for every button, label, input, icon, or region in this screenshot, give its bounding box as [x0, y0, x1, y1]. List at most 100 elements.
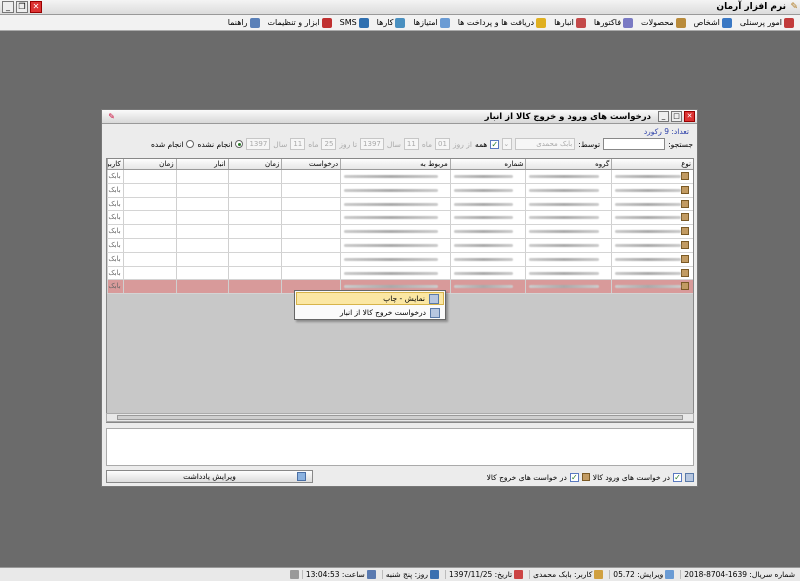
dialog-maximize-button[interactable]: □ — [671, 111, 682, 122]
by-user-select[interactable]: بابک محمدی — [515, 138, 576, 150]
column-header-number[interactable]: شماره — [449, 159, 526, 169]
to-month-field[interactable]: 11 — [290, 138, 306, 150]
status-time: ساعت: 13:04:53 — [301, 570, 379, 579]
edit-note-button[interactable]: ویرایش یادداشت — [106, 470, 313, 483]
request-type-icon — [685, 472, 694, 482]
menu-item-label: انبارها — [554, 18, 574, 27]
table-cell — [611, 225, 693, 238]
grid-horizontal-scrollbar[interactable] — [106, 413, 694, 422]
from-month-field[interactable]: 11 — [403, 138, 419, 150]
edit-note-label: ویرایش یادداشت — [183, 472, 236, 481]
table-cell — [122, 266, 176, 280]
in-requests-checkbox[interactable]: ✓ — [673, 472, 682, 482]
personnel-icon — [784, 17, 794, 28]
menu-item-6[interactable]: امتیازها — [409, 17, 453, 28]
menu-item-8[interactable]: SMS — [336, 17, 373, 28]
from-day-field[interactable]: 01 — [435, 138, 450, 150]
from-year-label: سال — [386, 139, 401, 149]
table-cell — [175, 238, 228, 252]
column-header-time-2[interactable]: زمان — [122, 159, 176, 169]
from-day-label: از روز — [452, 139, 472, 149]
table-cell — [227, 280, 282, 294]
context-menu-item-exit-request[interactable]: درخواست خروج کالا از انبار — [296, 306, 444, 319]
dialog-help-icon[interactable]: ✎ — [105, 112, 115, 122]
to-year-field[interactable]: 1397 — [246, 138, 271, 150]
all-label: همه — [474, 139, 488, 149]
menu-item-0[interactable]: امور پرسنلی — [736, 17, 798, 28]
notes-area[interactable] — [106, 428, 694, 466]
menu-item-9[interactable]: ابزار و تنظیمات — [264, 17, 336, 28]
table-cell — [340, 266, 450, 280]
search-input[interactable] — [603, 138, 666, 150]
done-radio[interactable] — [186, 140, 195, 148]
dialog-minimize-button[interactable]: _ — [658, 111, 669, 122]
to-day-field[interactable]: 25 — [321, 138, 337, 150]
column-header-time[interactable]: زمان — [227, 159, 282, 169]
dialog-close-button[interactable]: ✕ — [684, 111, 695, 122]
table-cell — [340, 211, 450, 225]
column-header-warehouse[interactable]: انبار — [175, 159, 228, 169]
column-header-user[interactable]: کاربر — [107, 159, 123, 169]
status-user-text: کاربر: بابک محمدی — [533, 570, 593, 579]
status-time-text: ساعت: 13:04:53 — [305, 570, 365, 579]
table-cell — [525, 183, 611, 197]
table-cell — [281, 266, 340, 280]
table-row[interactable]: بابک — [107, 170, 693, 184]
table-cell — [449, 225, 526, 238]
box-icon — [681, 227, 689, 236]
box-icon — [681, 185, 689, 194]
menu-item-4[interactable]: انبارها — [550, 17, 590, 28]
menu-item-2[interactable]: محصولات — [637, 17, 690, 28]
all-checkbox[interactable]: ✓ — [490, 139, 500, 149]
table-cell — [525, 197, 611, 211]
in-requests-label: در خواست های ورود کالا — [592, 472, 670, 482]
table-cell — [340, 225, 450, 238]
table-row[interactable]: بابک — [107, 238, 693, 253]
table-cell — [611, 183, 693, 197]
context-menu-item-view-print[interactable]: نمایش - چاپ — [296, 292, 444, 305]
menu-item-7[interactable]: کارها — [373, 17, 410, 28]
table-cell — [611, 252, 693, 266]
table-row[interactable]: بابک — [107, 197, 693, 212]
status-date: تاریخ: 1397/11/25 — [445, 570, 526, 579]
table-row[interactable]: بابک — [107, 225, 693, 239]
table-cell — [122, 280, 176, 294]
restore-window-button[interactable]: ❐ — [16, 1, 28, 13]
close-window-button[interactable]: ✕ — [30, 1, 42, 13]
menu-item-1[interactable]: اشخاص — [690, 17, 736, 28]
table-cell — [122, 183, 176, 197]
table-cell: بابک — [107, 170, 123, 183]
table-cell — [525, 170, 611, 183]
app-title-bar: ✎ نرم افزار آرمان ✕ ❐ _ — [0, 0, 800, 15]
table-cell — [122, 225, 176, 238]
column-header-request[interactable]: درخواست — [281, 159, 340, 169]
minimize-window-button[interactable]: _ — [2, 1, 14, 13]
table-cell: بابک — [107, 197, 123, 211]
table-row[interactable]: بابک — [107, 252, 693, 267]
tools-icon — [321, 17, 332, 28]
scrollbar-thumb[interactable] — [117, 415, 683, 420]
calendar-icon — [430, 570, 440, 579]
table-row[interactable]: بابک — [107, 211, 693, 226]
status-version: ویرایش: 05.72 — [609, 570, 677, 579]
table-row[interactable]: بابک — [107, 266, 693, 281]
not-done-label: انجام نشده — [197, 139, 233, 149]
table-row[interactable]: بابک — [107, 183, 693, 198]
table-cell — [175, 252, 228, 266]
column-header-related[interactable]: مربوط به — [340, 159, 450, 169]
from-year-field[interactable]: 1397 — [360, 138, 384, 150]
menu-item-label: محصولات — [641, 18, 674, 27]
not-done-radio[interactable] — [235, 140, 244, 148]
column-header-type[interactable]: نوع — [611, 159, 693, 169]
menu-item-5[interactable]: دریافت ها و پرداخت ها — [454, 17, 550, 28]
by-user-dropdown-icon[interactable]: ⌄ — [502, 138, 513, 150]
pencil-icon — [594, 570, 604, 579]
table-cell — [281, 211, 340, 225]
menu-item-3[interactable]: فاکتورها — [590, 17, 637, 28]
status-date-text: تاریخ: 1397/11/25 — [449, 570, 513, 579]
menu-item-10[interactable]: راهنما — [224, 17, 264, 28]
status-version-text: ویرایش: 05.72 — [613, 570, 664, 579]
column-header-group[interactable]: گروه — [525, 159, 611, 169]
menu-item-label: اشخاص — [693, 18, 720, 27]
out-requests-checkbox[interactable]: ✓ — [569, 472, 579, 482]
